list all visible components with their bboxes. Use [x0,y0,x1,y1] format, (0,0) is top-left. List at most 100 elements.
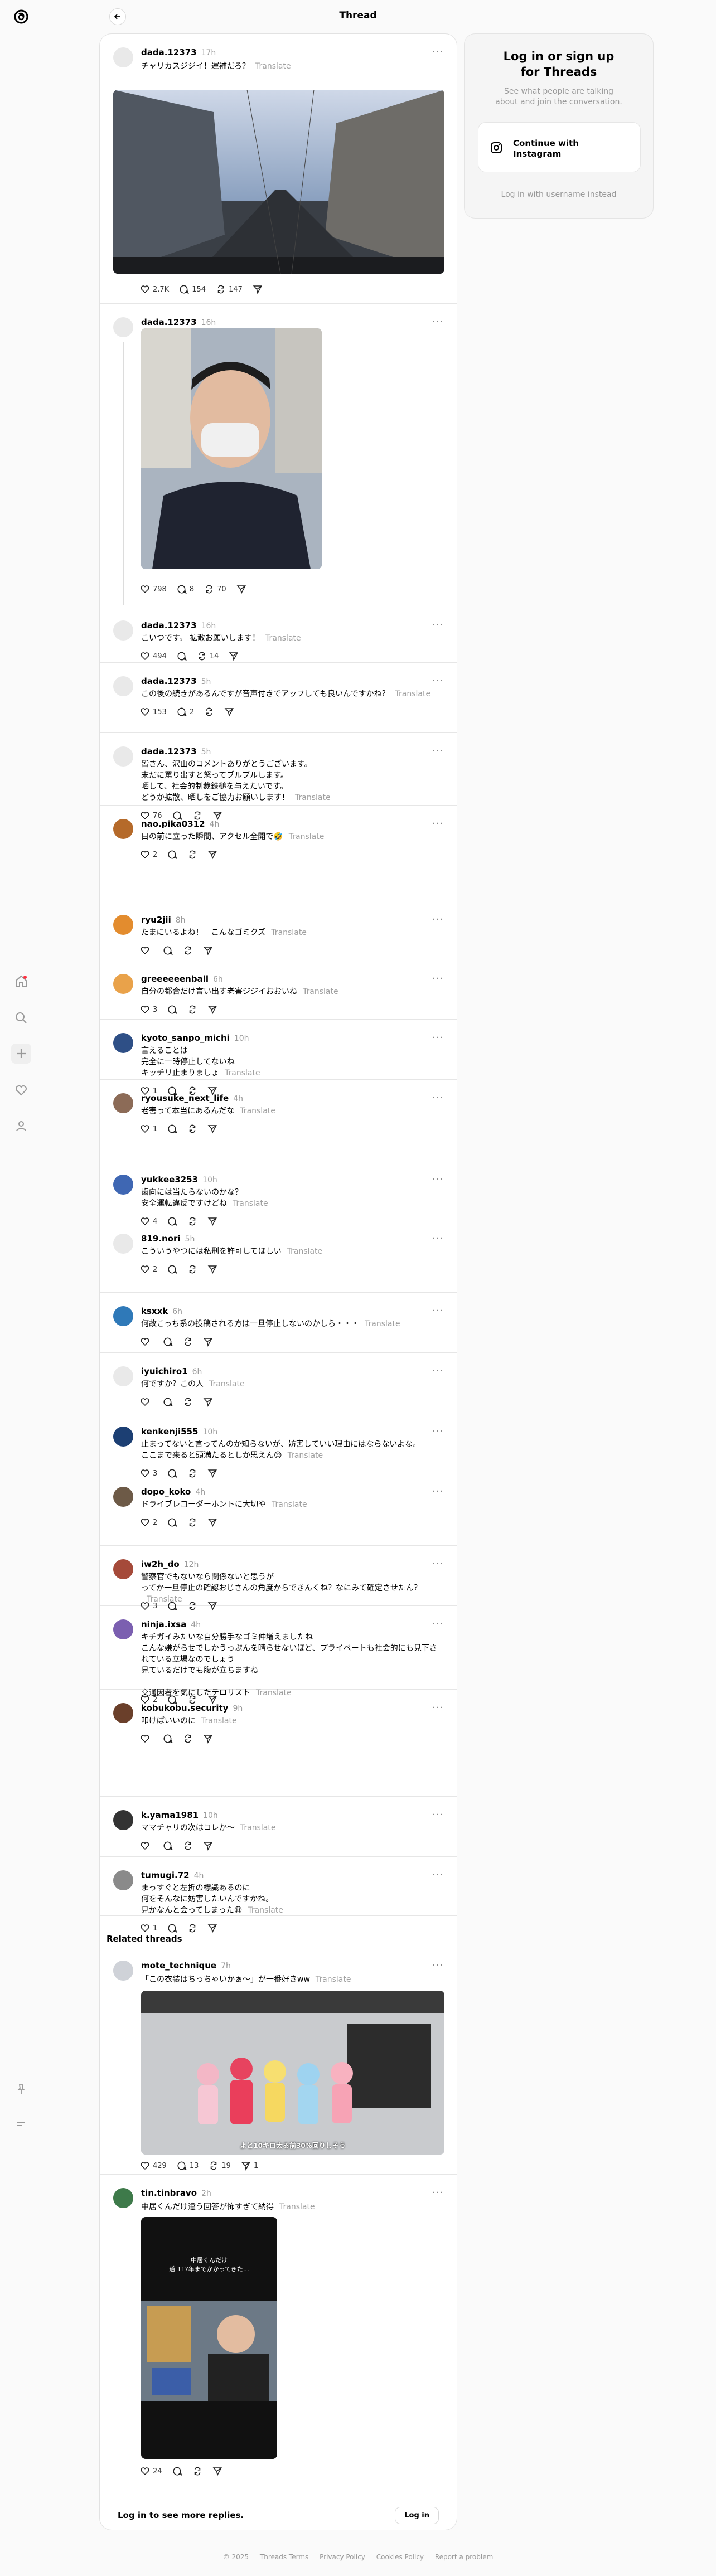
reply-post[interactable]: tumugi.72 4h ··· まっすぐと左折の標識あるのに 何をそんなに妨害したいん… [100,1857,457,1933]
repost-button[interactable] [187,1923,197,1933]
more-icon[interactable]: ··· [432,973,443,984]
share-button[interactable] [207,1005,217,1015]
more-icon[interactable]: ··· [432,1365,443,1377]
more-icon[interactable]: ··· [432,745,443,757]
like-button[interactable]: 494 [140,651,167,661]
share-button[interactable] [203,1397,213,1407]
like-button[interactable]: 153 [140,707,167,717]
translate-link[interactable]: Translate [201,1716,237,1725]
share-button[interactable] [253,284,263,294]
username[interactable]: iyuichiro1 [141,1366,188,1376]
translate-link[interactable]: Translate [303,987,338,996]
reply-button[interactable] [172,2466,182,2476]
username[interactable]: ksxxk [141,1306,168,1316]
thread-post[interactable]: dada.12373 16h ··· 798 8 70 [100,304,457,607]
repost-button[interactable] [187,1517,197,1527]
more-icon[interactable]: ··· [432,46,443,58]
username[interactable]: mote_technique [141,1961,216,1971]
reply-post[interactable]: ryousuke_next_life 4h ··· 老害って本当にあるんだな Trans… [100,1080,457,1161]
translate-link[interactable]: Translate [248,1906,283,1915]
pin-icon[interactable] [11,2079,31,2099]
avatar[interactable] [113,676,133,696]
username[interactable]: greeeeeenball [141,974,209,984]
more-icon[interactable]: ··· [432,1173,443,1185]
more-icon[interactable]: ··· [432,1032,443,1044]
more-icon[interactable]: ··· [432,1702,443,1714]
like-button[interactable] [140,945,153,955]
search-icon[interactable] [11,1008,31,1028]
repost-button[interactable] [183,1397,193,1407]
repost-button[interactable] [204,707,214,717]
share-button[interactable] [207,850,217,860]
footer-link-cookies[interactable]: Cookies Policy [376,2553,424,2561]
like-button[interactable]: 2.7K [140,284,169,294]
reply-button[interactable] [167,1124,178,1134]
avatar[interactable] [113,1306,133,1326]
like-button[interactable]: 429 [140,2161,167,2171]
avatar[interactable] [113,1033,133,1053]
reply-post[interactable]: dada.12373 5h ··· この後の続きがあるんですが音声付きでアップしても良… [100,663,457,733]
share-button[interactable] [236,584,246,594]
repost-button[interactable] [192,2466,202,2476]
footer-link-terms[interactable]: Threads Terms [260,2553,308,2561]
username[interactable]: dada.12373 [141,676,197,686]
more-icon[interactable]: ··· [432,1233,443,1244]
share-button[interactable] [207,1124,217,1134]
username[interactable]: k.yama1981 [141,1810,199,1820]
more-icon[interactable]: ··· [432,675,443,687]
like-button[interactable]: 798 [140,584,167,594]
like-button[interactable]: 3 [140,1005,157,1015]
avatar[interactable] [113,819,133,839]
share-button[interactable] [229,651,239,661]
reply-post[interactable]: iw2h_do 12h ··· 警察官でもないなら関係ないと思うが ってか一旦停止の確認… [100,1546,457,1611]
translate-link[interactable]: Translate [365,1319,400,1328]
translate-link[interactable]: Translate [209,1380,245,1389]
username[interactable]: 819.nori [141,1234,181,1244]
like-button[interactable] [140,1397,153,1407]
avatar[interactable] [113,915,133,935]
repost-button[interactable] [187,1264,197,1274]
avatar[interactable] [113,1619,133,1639]
reply-post[interactable]: kobukobu.security 9h ··· 叩けばいいのに Translate [100,1690,457,1797]
reply-button[interactable] [177,651,187,661]
share-button[interactable] [207,1264,217,1274]
reply-post[interactable]: 819.nori 5h ··· こういうやつには私刑を許可してほしい Translate… [100,1220,457,1293]
avatar[interactable] [113,47,133,67]
reply-button[interactable]: 154 [179,284,206,294]
like-button[interactable] [140,1337,153,1347]
username[interactable]: ninja.ixsa [141,1619,186,1629]
avatar[interactable] [113,1961,133,1981]
translate-link[interactable]: Translate [272,1500,307,1509]
more-icon[interactable]: ··· [432,1869,443,1881]
like-button[interactable] [140,1841,153,1851]
repost-button[interactable] [187,850,197,860]
like-button[interactable]: 2 [140,850,157,860]
username[interactable]: iw2h_do [141,1559,180,1569]
share-button[interactable] [207,1923,217,1933]
reply-button[interactable]: 8 [177,584,194,594]
more-icon[interactable]: ··· [432,1809,443,1821]
post-image[interactable] [113,90,444,274]
repost-button[interactable]: 14 [197,651,219,661]
username[interactable]: kenkenji555 [141,1427,198,1437]
username[interactable]: yukkee3253 [141,1175,198,1185]
avatar[interactable] [113,1703,133,1723]
reply-button[interactable] [163,1734,173,1744]
reply-post[interactable]: dopo_koko 4h ··· ドライブレコーダーホントに大切や Translate 2 [100,1473,457,1546]
repost-button[interactable]: 19 [209,2161,231,2171]
username[interactable]: dada.12373 [141,620,197,630]
share-button[interactable] [212,2466,222,2476]
more-icon[interactable]: ··· [432,1305,443,1317]
reply-post[interactable]: dada.12373 5h ··· 皆さん、沢山のコメントありがとうございます。 末だに… [100,733,457,821]
reply-button[interactable] [163,1397,173,1407]
username[interactable]: ryousuke_next_life [141,1093,229,1103]
footer-link-report[interactable]: Report a problem [435,2553,493,2561]
translate-link[interactable]: Translate [295,793,331,802]
post-video[interactable]: 中居くんだけ 道 11?年までかかってきた… [141,2217,277,2459]
avatar[interactable] [113,1234,133,1254]
translate-link[interactable]: Translate [395,690,430,698]
avatar[interactable] [113,620,133,641]
login-button[interactable]: Log in [395,2506,439,2524]
username[interactable]: kyoto_sanpo_michi [141,1033,230,1043]
reply-post[interactable]: iyuichiro1 6h ··· 何ですか？この人 Translate [100,1353,457,1413]
